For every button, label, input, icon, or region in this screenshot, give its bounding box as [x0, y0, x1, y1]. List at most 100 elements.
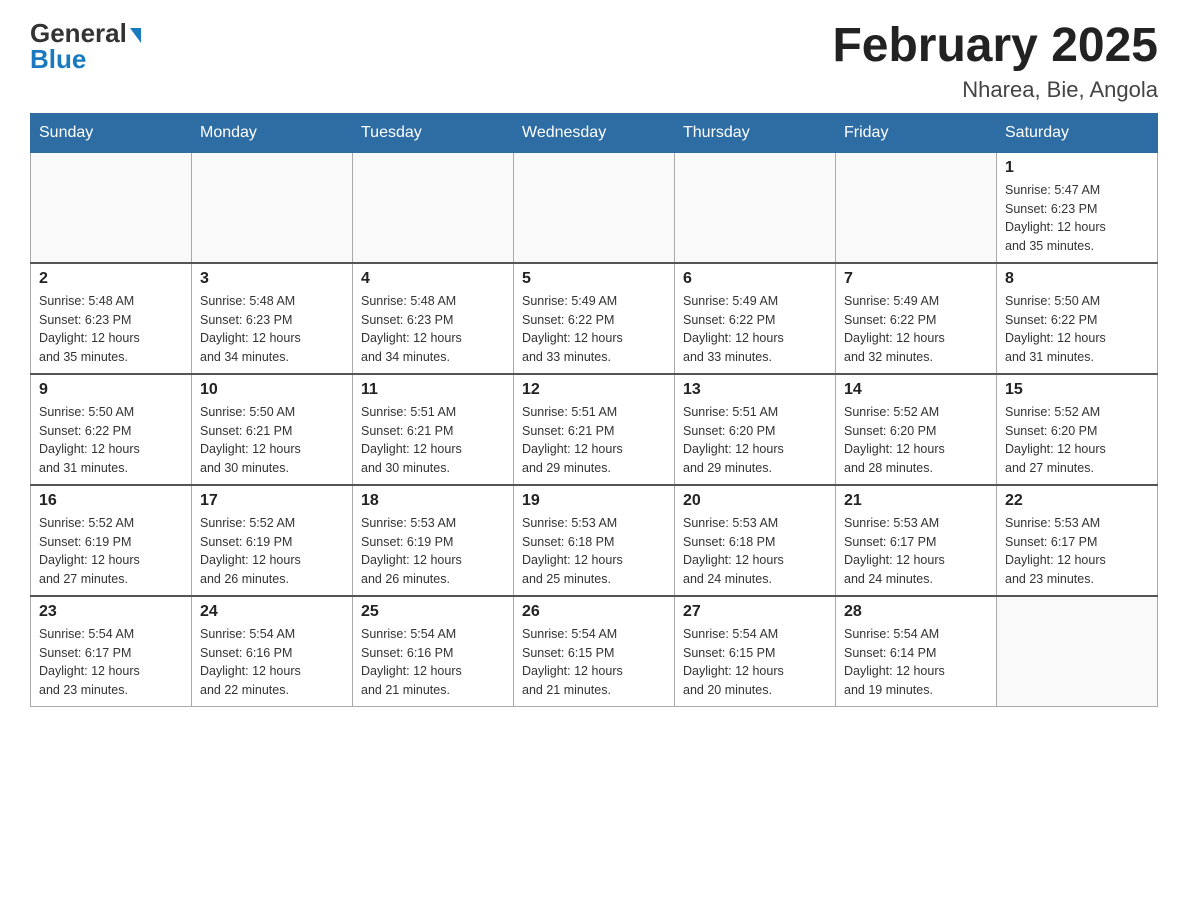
day-info: Sunrise: 5:51 AM Sunset: 6:21 PM Dayligh… [522, 403, 666, 478]
day-info: Sunrise: 5:53 AM Sunset: 6:18 PM Dayligh… [522, 514, 666, 589]
day-info: Sunrise: 5:49 AM Sunset: 6:22 PM Dayligh… [844, 292, 988, 367]
day-info: Sunrise: 5:54 AM Sunset: 6:15 PM Dayligh… [522, 625, 666, 700]
day-info: Sunrise: 5:54 AM Sunset: 6:16 PM Dayligh… [200, 625, 344, 700]
day-number: 9 [39, 381, 183, 399]
calendar-cell: 18 Sunrise: 5:53 AM Sunset: 6:19 PM Dayli… [353, 485, 514, 596]
calendar-cell [514, 152, 675, 263]
day-number: 28 [844, 603, 988, 621]
calendar-cell: 16Sunrise: 5:52 AM Sunset: 6:19 PM Dayli… [31, 485, 192, 596]
calendar-cell: 13 Sunrise: 5:51 AM Sunset: 6:20 PM Dayli… [675, 374, 836, 485]
page-header: General Blue February 2025 Nharea, Bie, … [30, 20, 1158, 103]
day-info: Sunrise: 5:53 AM Sunset: 6:17 PM Dayligh… [844, 514, 988, 589]
day-info: Sunrise: 5:49 AM Sunset: 6:22 PM Dayligh… [522, 292, 666, 367]
day-number: 6 [683, 270, 827, 288]
calendar-cell: 28 Sunrise: 5:54 AM Sunset: 6:14 PM Dayli… [836, 596, 997, 707]
calendar-cell: 12 Sunrise: 5:51 AM Sunset: 6:21 PM Dayli… [514, 374, 675, 485]
day-number: 26 [522, 603, 666, 621]
calendar-header-tuesday: Tuesday [353, 113, 514, 152]
day-info: Sunrise: 5:53 AM Sunset: 6:19 PM Dayligh… [361, 514, 505, 589]
day-number: 2 [39, 270, 183, 288]
calendar-cell: 6 Sunrise: 5:49 AM Sunset: 6:22 PM Daylig… [675, 263, 836, 374]
day-number: 11 [361, 381, 505, 399]
calendar-week-row: 1 Sunrise: 5:47 AM Sunset: 6:23 PM Daylig… [31, 152, 1158, 263]
calendar-cell: 21Sunrise: 5:53 AM Sunset: 6:17 PM Dayli… [836, 485, 997, 596]
calendar-cell: 26 Sunrise: 5:54 AM Sunset: 6:15 PM Dayli… [514, 596, 675, 707]
location-title: Nharea, Bie, Angola [832, 77, 1158, 103]
day-info: Sunrise: 5:53 AM Sunset: 6:18 PM Dayligh… [683, 514, 827, 589]
day-number: 25 [361, 603, 505, 621]
day-info: Sunrise: 5:54 AM Sunset: 6:15 PM Dayligh… [683, 625, 827, 700]
day-number: 14 [844, 381, 988, 399]
calendar-cell: 24 Sunrise: 5:54 AM Sunset: 6:16 PM Dayli… [192, 596, 353, 707]
day-number: 8 [1005, 270, 1149, 288]
day-info: Sunrise: 5:51 AM Sunset: 6:20 PM Dayligh… [683, 403, 827, 478]
calendar-cell [31, 152, 192, 263]
day-number: 15 [1005, 381, 1149, 399]
day-number: 12 [522, 381, 666, 399]
day-number: 1 [1005, 159, 1149, 177]
calendar-cell [192, 152, 353, 263]
calendar-cell [997, 596, 1158, 707]
calendar-header-thursday: Thursday [675, 113, 836, 152]
calendar-week-row: 2 Sunrise: 5:48 AM Sunset: 6:23 PM Daylig… [31, 263, 1158, 374]
day-info: Sunrise: 5:48 AM Sunset: 6:23 PM Dayligh… [361, 292, 505, 367]
calendar-week-row: 23 Sunrise: 5:54 AM Sunset: 6:17 PM Dayli… [31, 596, 1158, 707]
calendar-cell: 14 Sunrise: 5:52 AM Sunset: 6:20 PM Dayli… [836, 374, 997, 485]
calendar-cell: 10 Sunrise: 5:50 AM Sunset: 6:21 PM Dayli… [192, 374, 353, 485]
calendar-cell [675, 152, 836, 263]
calendar-header-row: SundayMondayTuesdayWednesdayThursdayFrid… [31, 113, 1158, 152]
calendar-header-saturday: Saturday [997, 113, 1158, 152]
calendar-cell: 4 Sunrise: 5:48 AM Sunset: 6:23 PM Daylig… [353, 263, 514, 374]
day-number: 20 [683, 492, 827, 510]
calendar-cell: 1 Sunrise: 5:47 AM Sunset: 6:23 PM Daylig… [997, 152, 1158, 263]
day-number: 4 [361, 270, 505, 288]
day-number: 19 [522, 492, 666, 510]
calendar-cell: 19 Sunrise: 5:53 AM Sunset: 6:18 PM Dayli… [514, 485, 675, 596]
calendar-cell: 25 Sunrise: 5:54 AM Sunset: 6:16 PM Dayli… [353, 596, 514, 707]
day-number: 27 [683, 603, 827, 621]
day-number: 17 [200, 492, 344, 510]
calendar-cell: 23 Sunrise: 5:54 AM Sunset: 6:17 PM Dayli… [31, 596, 192, 707]
calendar-cell: 5 Sunrise: 5:49 AM Sunset: 6:22 PM Daylig… [514, 263, 675, 374]
day-info: Sunrise: 5:48 AM Sunset: 6:23 PM Dayligh… [200, 292, 344, 367]
day-number: 3 [200, 270, 344, 288]
day-number: 24 [200, 603, 344, 621]
logo-general-text: General [30, 20, 127, 46]
day-number: 23 [39, 603, 183, 621]
logo-arrow-icon [130, 28, 141, 43]
day-info: Sunrise: 5:48 AM Sunset: 6:23 PM Dayligh… [39, 292, 183, 367]
calendar-cell: 11Sunrise: 5:51 AM Sunset: 6:21 PM Dayli… [353, 374, 514, 485]
day-number: 16 [39, 492, 183, 510]
day-info: Sunrise: 5:54 AM Sunset: 6:16 PM Dayligh… [361, 625, 505, 700]
day-info: Sunrise: 5:49 AM Sunset: 6:22 PM Dayligh… [683, 292, 827, 367]
title-section: February 2025 Nharea, Bie, Angola [832, 20, 1158, 103]
calendar-cell: 7 Sunrise: 5:49 AM Sunset: 6:22 PM Daylig… [836, 263, 997, 374]
calendar-cell: 22 Sunrise: 5:53 AM Sunset: 6:17 PM Dayli… [997, 485, 1158, 596]
calendar-cell: 9Sunrise: 5:50 AM Sunset: 6:22 PM Daylig… [31, 374, 192, 485]
logo: General Blue [30, 20, 141, 73]
day-number: 13 [683, 381, 827, 399]
calendar-cell: 20 Sunrise: 5:53 AM Sunset: 6:18 PM Dayli… [675, 485, 836, 596]
calendar-cell: 15 Sunrise: 5:52 AM Sunset: 6:20 PM Dayli… [997, 374, 1158, 485]
day-info: Sunrise: 5:54 AM Sunset: 6:17 PM Dayligh… [39, 625, 183, 700]
calendar-cell: 2 Sunrise: 5:48 AM Sunset: 6:23 PM Daylig… [31, 263, 192, 374]
calendar-cell [836, 152, 997, 263]
calendar-table: SundayMondayTuesdayWednesdayThursdayFrid… [30, 113, 1158, 707]
day-number: 5 [522, 270, 666, 288]
day-info: Sunrise: 5:54 AM Sunset: 6:14 PM Dayligh… [844, 625, 988, 700]
logo-blue-text: Blue [30, 44, 86, 74]
calendar-header-sunday: Sunday [31, 113, 192, 152]
day-number: 22 [1005, 492, 1149, 510]
day-number: 7 [844, 270, 988, 288]
day-number: 10 [200, 381, 344, 399]
calendar-header-wednesday: Wednesday [514, 113, 675, 152]
day-info: Sunrise: 5:52 AM Sunset: 6:20 PM Dayligh… [1005, 403, 1149, 478]
calendar-cell [353, 152, 514, 263]
day-info: Sunrise: 5:50 AM Sunset: 6:21 PM Dayligh… [200, 403, 344, 478]
day-info: Sunrise: 5:52 AM Sunset: 6:20 PM Dayligh… [844, 403, 988, 478]
calendar-cell: 3 Sunrise: 5:48 AM Sunset: 6:23 PM Daylig… [192, 263, 353, 374]
day-info: Sunrise: 5:53 AM Sunset: 6:17 PM Dayligh… [1005, 514, 1149, 589]
day-number: 18 [361, 492, 505, 510]
day-info: Sunrise: 5:47 AM Sunset: 6:23 PM Dayligh… [1005, 181, 1149, 256]
calendar-header-friday: Friday [836, 113, 997, 152]
